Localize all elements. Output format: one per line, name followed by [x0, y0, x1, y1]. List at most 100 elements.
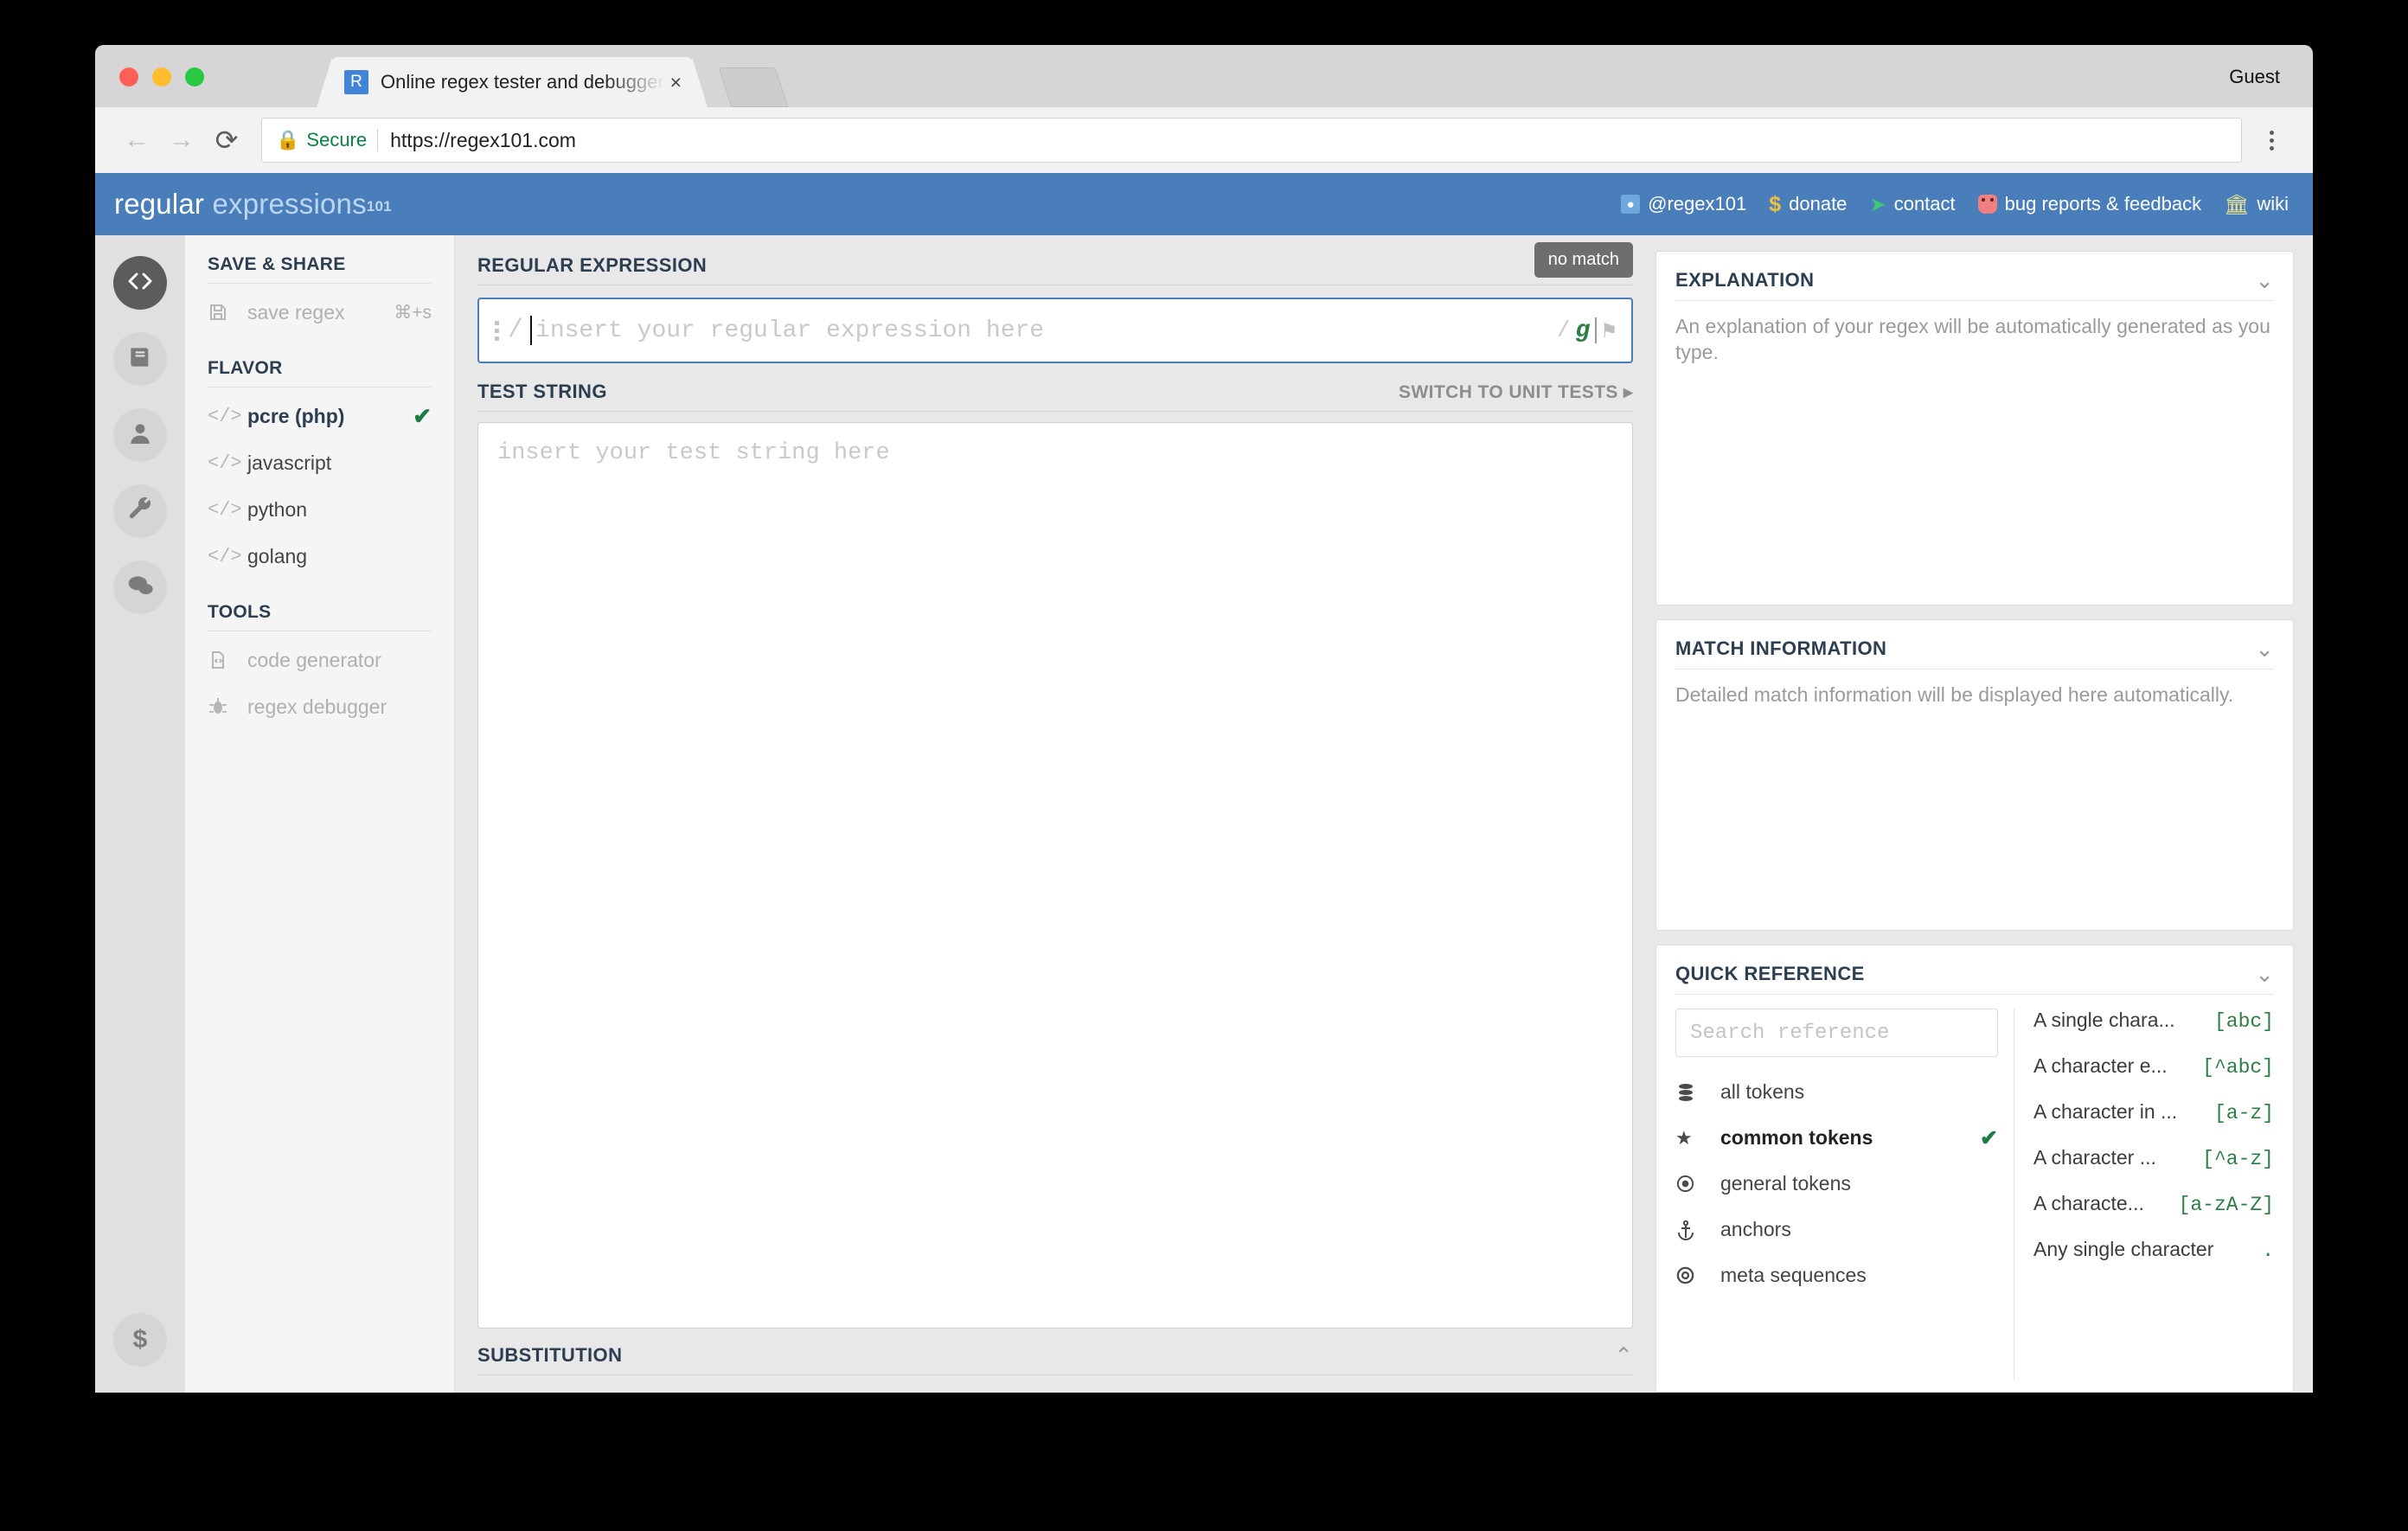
regex-input-placeholder: insert your regular expression here [534, 317, 1557, 344]
maximize-window-button[interactable] [185, 67, 204, 86]
nav-wiki-label: wiki [2257, 193, 2289, 215]
nav-contact[interactable]: ➤ contact [1869, 193, 1955, 215]
rail-item-tools[interactable] [113, 484, 167, 538]
nav-donate-label: donate [1789, 193, 1847, 215]
url-text: https://regex101.com [390, 129, 576, 152]
regex-input[interactable]: / insert your regular expression here / … [477, 298, 1633, 363]
quickref-category-all-tokens[interactable]: all tokens [1675, 1069, 1998, 1115]
search-reference-input[interactable] [1675, 1009, 1998, 1057]
quickref-category-general-tokens[interactable]: general tokens [1675, 1161, 1998, 1207]
reload-icon[interactable]: ⟳ [204, 118, 249, 163]
browser-tab-strip: R Online regex tester and debugger × Gue… [95, 45, 2313, 107]
test-string-heading: TEST STRING [477, 381, 607, 403]
quickref-entry[interactable]: A single chara... [abc] [2033, 1009, 2274, 1054]
sidebar-item-regex-debugger[interactable]: regex debugger [208, 683, 432, 730]
nav-bug-reports[interactable]: bug reports & feedback [1978, 193, 2201, 215]
quickref-category-common-tokens[interactable]: ★ common tokens ✔ [1675, 1115, 1998, 1161]
left-sidebar: SAVE & SHARE save regex ⌘+s FLAVOR </> p… [185, 235, 455, 1393]
match-information-panel: MATCH INFORMATION ⌄ Detailed match infor… [1656, 619, 2294, 931]
sidebar-item-code-generator[interactable]: code generator [208, 637, 432, 683]
quickref-entry-desc: A character ... [2033, 1146, 2156, 1169]
back-icon[interactable]: ← [114, 118, 159, 163]
rail-item-donate[interactable]: $ [113, 1313, 167, 1367]
divider [377, 129, 378, 151]
browser-address-bar: ← → ⟳ 🔒 Secure https://regex101.com [95, 107, 2313, 173]
quickref-entry[interactable]: A character ... [^a-z] [2033, 1146, 2274, 1192]
logo-suffix-101: 101 [367, 198, 392, 215]
rail-item-community[interactable] [113, 561, 167, 614]
quickref-category-anchors[interactable]: anchors [1675, 1207, 1998, 1252]
rail-item-code[interactable] [113, 256, 167, 310]
chevron-down-icon[interactable]: ⌄ [2255, 963, 2274, 985]
quickref-entry-token: [abc] [2214, 1010, 2274, 1033]
chevron-down-icon[interactable]: ⌄ [2255, 637, 2274, 660]
dollar-icon: $ [133, 1325, 148, 1355]
nav-wiki[interactable]: 🏛 wiki [2224, 193, 2289, 215]
nav-twitter[interactable]: ● @regex101 [1621, 193, 1746, 215]
nav-donate[interactable]: $ donate [1769, 193, 1847, 215]
chevron-up-icon[interactable]: ⌃ [1614, 1344, 1633, 1367]
sidebar-item-flavor-pcre[interactable]: </> pcre (php) ✔ [208, 393, 432, 439]
explanation-body: An explanation of your regex will be aut… [1675, 301, 2274, 366]
rail-item-account[interactable] [113, 408, 167, 462]
quickref-entry[interactable]: A character e... [^abc] [2033, 1054, 2274, 1100]
regex-debugger-label: regex debugger [247, 695, 432, 719]
flavor-python-label: python [247, 498, 432, 522]
secure-label: Secure [306, 129, 367, 151]
quickref-category-anchors-label: anchors [1720, 1218, 1998, 1241]
book-icon [126, 343, 154, 375]
sidebar-heading-save-share: SAVE & SHARE [208, 254, 432, 284]
browser-tab[interactable]: R Online regex tester and debugger × [330, 57, 694, 107]
target-icon [1675, 1174, 1720, 1194]
quickref-entry[interactable]: A characte... [a-zA-Z] [2033, 1192, 2274, 1238]
sidebar-item-flavor-javascript[interactable]: </> javascript [208, 439, 432, 486]
browser-menu-icon[interactable] [2252, 131, 2290, 151]
sidebar-item-save-regex-label: save regex [247, 301, 394, 324]
profile-guest-label[interactable]: Guest [2229, 66, 2280, 88]
sidebar-item-flavor-golang[interactable]: </> golang [208, 533, 432, 580]
quick-reference-panel-header[interactable]: QUICK REFERENCE ⌄ [1675, 963, 2274, 995]
check-icon: ✔ [413, 403, 432, 430]
logo-word-regular: regular [114, 188, 204, 220]
close-icon[interactable]: × [670, 73, 682, 93]
favicon: R [344, 70, 368, 94]
database-icon [1675, 1082, 1720, 1103]
regular-expression-heading: REGULAR EXPRESSION [477, 254, 707, 277]
app-body: $ SAVE & SHARE save regex ⌘+s FLAVOR </> [95, 235, 2313, 1393]
code-icon [126, 267, 154, 299]
twitter-icon: ● [1621, 195, 1640, 214]
chevron-down-icon[interactable]: ⌄ [2255, 269, 2274, 291]
sidebar-item-save-regex[interactable]: save regex ⌘+s [208, 289, 432, 336]
substitution-heading: SUBSTITUTION [477, 1344, 622, 1367]
minimize-window-button[interactable] [152, 67, 171, 86]
url-input[interactable]: 🔒 Secure https://regex101.com [261, 118, 2242, 163]
switch-to-unit-tests-button[interactable]: SWITCH TO UNIT TESTS ▸ [1399, 381, 1633, 403]
flag-icon[interactable]: ⚑ [1602, 317, 1616, 344]
quickref-category-meta-sequences[interactable]: meta sequences [1675, 1252, 1998, 1298]
flavor-pcre-label: pcre (php) [247, 405, 413, 428]
site-logo[interactable]: regular expressions101 [114, 188, 392, 221]
flavor-javascript-label: javascript [247, 452, 432, 475]
close-window-button[interactable] [119, 67, 138, 86]
right-column: EXPLANATION ⌄ An explanation of your reg… [1656, 235, 2313, 1393]
substitution-section-header[interactable]: SUBSTITUTION ⌃ [477, 1344, 1633, 1375]
code-file-icon [208, 650, 247, 670]
explanation-panel-header[interactable]: EXPLANATION ⌄ [1675, 269, 2274, 301]
icon-rail: $ [95, 235, 185, 1393]
nav-bug-reports-label: bug reports & feedback [2005, 193, 2201, 215]
sidebar-item-flavor-python[interactable]: </> python [208, 486, 432, 533]
site-header-nav: ● @regex101 $ donate ➤ contact bug repor… [1621, 193, 2289, 215]
forward-icon[interactable]: → [159, 118, 204, 163]
rail-item-library[interactable] [113, 332, 167, 386]
nav-twitter-label: @regex101 [1648, 193, 1746, 215]
regex-section-header: REGULAR EXPRESSION [477, 254, 1633, 285]
quickref-entry[interactable]: A character in ... [a-z] [2033, 1100, 2274, 1146]
site-header: regular expressions101 ● @regex101 $ don… [95, 173, 2313, 235]
quickref-entry[interactable]: Any single character . [2033, 1238, 2274, 1284]
new-tab-button[interactable] [719, 67, 789, 107]
match-information-panel-header[interactable]: MATCH INFORMATION ⌄ [1675, 637, 2274, 669]
test-string-input[interactable]: insert your test string here [477, 422, 1633, 1329]
regex-options-kebab-icon[interactable] [495, 321, 499, 341]
regex-flags-group[interactable]: / g ⚑ [1557, 317, 1616, 344]
quick-reference-title: QUICK REFERENCE [1675, 963, 1865, 985]
